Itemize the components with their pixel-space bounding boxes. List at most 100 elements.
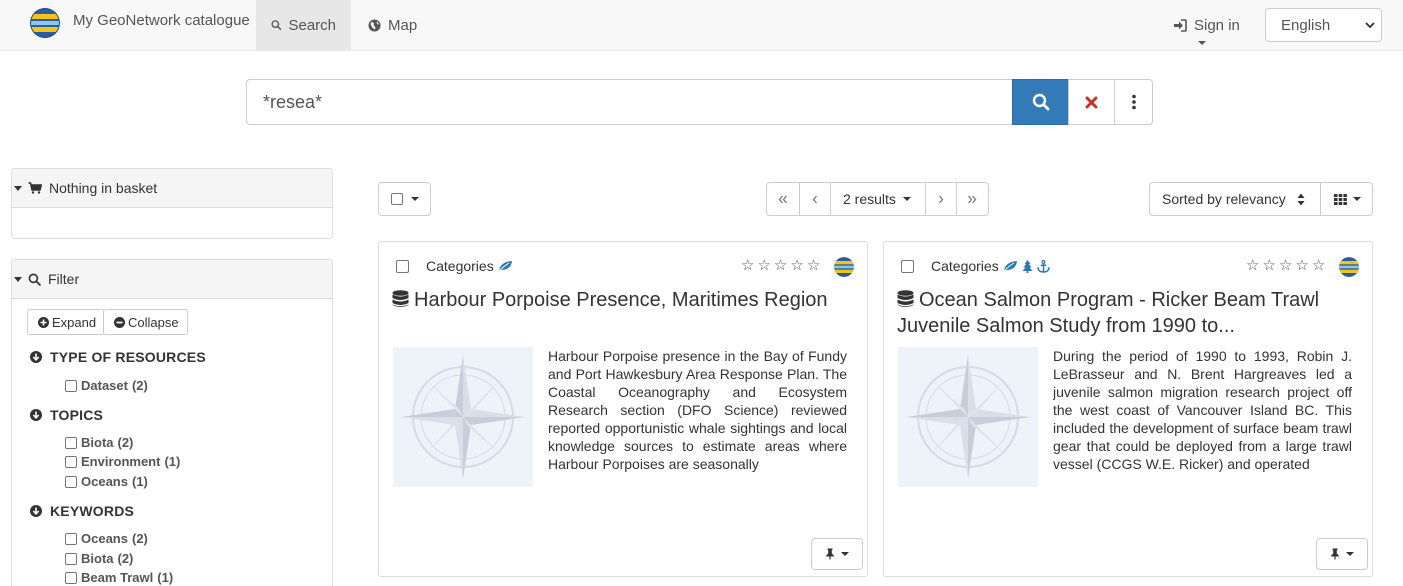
result-select-checkbox[interactable]: [901, 260, 914, 273]
pin-dropdown-button[interactable]: [811, 538, 863, 570]
star-empty-icon: ☆: [1311, 257, 1326, 274]
catalogue-logo: [1339, 257, 1359, 277]
database-icon: [392, 290, 409, 307]
filter-label: Filter: [48, 271, 80, 287]
results-count-dropdown[interactable]: 2 results: [830, 182, 926, 216]
arrow-circle-down-icon: [30, 409, 42, 421]
arrow-circle-down-icon: [30, 351, 42, 363]
caret-down-icon: [841, 552, 849, 556]
categories-label: Categories: [426, 258, 494, 274]
last-page-button[interactable]: [955, 182, 989, 216]
leaf-icon[interactable]: [1003, 260, 1018, 272]
sign-in-icon: [1174, 18, 1187, 32]
filter-panel: Filter Expand Collapse TYPE OF RESOURCES…: [11, 259, 333, 586]
search-options-button[interactable]: [1114, 79, 1153, 125]
basket-panel: Nothing in basket: [11, 168, 333, 239]
vertical-ellipsis-icon: [1131, 94, 1136, 110]
facet-item-oceans[interactable]: Oceans (1): [65, 474, 148, 489]
caret-down-icon: [1346, 552, 1354, 556]
clear-search-button[interactable]: [1068, 79, 1115, 125]
star-empty-icon: ☆: [773, 257, 788, 274]
facet-item-label: Biota: [81, 551, 114, 566]
star-empty-icon: ☆: [1278, 257, 1293, 274]
facet-checkbox[interactable]: [65, 475, 77, 488]
sort-dropdown[interactable]: Sorted by relevancy: [1149, 182, 1321, 216]
anchor-icon[interactable]: [1036, 259, 1050, 273]
facet-item-count: (2): [117, 435, 134, 450]
facet-item-dataset[interactable]: Dataset (2): [65, 378, 148, 393]
double-chevron-left-icon: [778, 195, 787, 203]
filter-panel-header[interactable]: Filter: [12, 260, 332, 299]
facet-item-biota[interactable]: Biota (2): [65, 435, 133, 450]
previous-page-button[interactable]: [799, 182, 831, 216]
brand-link[interactable]: My GeoNetwork catalogue: [30, 8, 250, 38]
facet-item-count: (1): [131, 474, 148, 489]
facet-item-count: (2): [117, 551, 134, 566]
facet-checkbox[interactable]: [65, 436, 77, 449]
search-query: *resea*: [263, 91, 323, 112]
search-input[interactable]: *resea*: [246, 79, 1013, 125]
tab-search[interactable]: Search: [256, 0, 351, 50]
facet-title: TYPE OF RESOURCES: [50, 349, 206, 365]
star-empty-icon: ☆: [757, 257, 771, 274]
facet-item-label: Dataset: [81, 378, 128, 393]
search-button[interactable]: [1012, 79, 1069, 125]
basket-panel-header[interactable]: Nothing in basket: [12, 169, 332, 208]
facet-checkbox[interactable]: [65, 532, 77, 545]
result-thumbnail[interactable]: [898, 347, 1038, 487]
facet-checkbox[interactable]: [65, 571, 77, 584]
facet-item-label: Environment: [81, 454, 161, 469]
result-card: Categories ☆ ☆ ☆ ☆ ☆ Ocean Salmon Program - …: [883, 241, 1373, 577]
tab-search-label: Search: [288, 16, 336, 34]
collapse-button[interactable]: Collapse: [103, 309, 188, 335]
result-card: Categories ☆ ☆ ☆ ☆ ☆ Harbour Porpoise Presen…: [378, 241, 868, 577]
facet-item-beam-trawl[interactable]: Beam Trawl (1): [65, 570, 173, 585]
facet-header-keywords[interactable]: KEYWORDS: [30, 503, 134, 519]
chevron-down-icon: [1365, 22, 1375, 29]
shopping-cart-icon: [28, 182, 42, 194]
caret-down-icon: [1353, 197, 1361, 201]
rating-stars[interactable]: ☆ ☆ ☆ ☆ ☆: [1246, 258, 1328, 274]
tab-map[interactable]: Map: [353, 0, 432, 50]
rating-stars[interactable]: ☆ ☆ ☆ ☆ ☆: [741, 258, 823, 274]
basket-label: Nothing in basket: [49, 180, 158, 196]
collapse-label: Collapse: [128, 314, 179, 330]
tree-icon[interactable]: [1022, 259, 1033, 273]
next-page-button[interactable]: [924, 182, 957, 216]
globe-icon: [368, 19, 381, 31]
result-title-link[interactable]: Harbour Porpoise Presence, Maritimes Reg…: [392, 287, 852, 313]
select-all-dropdown[interactable]: [378, 182, 431, 216]
leaf-icon[interactable]: [498, 260, 513, 272]
facet-checkbox[interactable]: [65, 455, 77, 468]
minus-circle-icon: [114, 316, 125, 328]
facet-item-count: (1): [164, 454, 181, 469]
language-select[interactable]: English: [1265, 8, 1382, 42]
tab-map-label: Map: [388, 16, 418, 34]
database-icon: [897, 290, 914, 307]
result-thumbnail[interactable]: [393, 347, 533, 487]
result-title-link[interactable]: Ocean Salmon Program - Ricker Beam Trawl…: [897, 287, 1357, 339]
signin-link[interactable]: Sign in: [1173, 0, 1240, 50]
pin-dropdown-button[interactable]: [1316, 538, 1368, 570]
facet-item-biota[interactable]: Biota (2): [65, 551, 133, 566]
first-page-button[interactable]: [766, 182, 800, 216]
facet-header-topics[interactable]: TOPICS: [30, 407, 103, 423]
brand-title: My GeoNetwork catalogue: [73, 11, 250, 29]
facet-item-oceans[interactable]: Oceans (2): [65, 531, 148, 546]
star-empty-icon: ☆: [1295, 257, 1309, 274]
facet-checkbox[interactable]: [65, 552, 77, 565]
facet-checkbox[interactable]: [65, 379, 77, 392]
facet-header-type-of-resources[interactable]: TYPE OF RESOURCES: [30, 349, 206, 365]
caret-down-icon: [902, 197, 911, 201]
search-icon: [1032, 93, 1049, 111]
signin-label: Sign in: [1194, 16, 1240, 34]
categories-row: Categories: [931, 258, 1050, 274]
chevron-left-icon: [812, 195, 817, 203]
categories-row: Categories: [426, 258, 513, 274]
select-all-checkbox[interactable]: [391, 193, 403, 205]
facet-item-environment[interactable]: Environment (1): [65, 454, 180, 469]
view-mode-dropdown[interactable]: [1320, 182, 1373, 216]
sort-label: Sorted by relevancy: [1162, 191, 1286, 207]
result-select-checkbox[interactable]: [396, 260, 409, 273]
expand-button[interactable]: Expand: [27, 309, 106, 335]
